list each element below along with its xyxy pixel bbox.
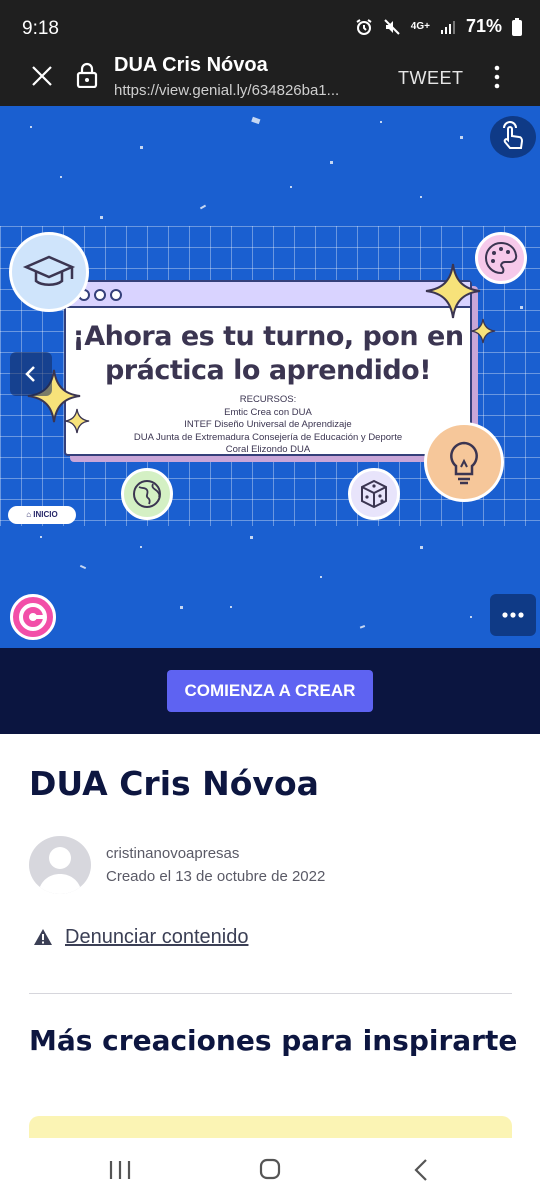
fullscreen-button[interactable]: [490, 116, 536, 158]
close-icon[interactable]: [30, 64, 54, 88]
more-creations-title: Más creaciones para inspirarte: [29, 1024, 518, 1057]
start-creating-button[interactable]: COMIENZA A CREAR: [167, 670, 373, 712]
slide-heading-line1: ¡Ahora es tu turno, pon en: [72, 321, 464, 352]
palette-icon: [475, 232, 527, 284]
chevron-left-icon: [25, 366, 35, 382]
graduation-cap-icon: [9, 232, 89, 312]
ellipsis-icon: [502, 612, 524, 618]
globe-icon: [121, 468, 173, 520]
status-bar: 9:18 4G+ 71%: [0, 0, 540, 52]
sparkle-icon: [64, 408, 90, 434]
browser-page-title: DUA Cris Nóvoa: [114, 54, 268, 76]
more-options-button[interactable]: [490, 594, 536, 636]
sparkle-icon: [470, 318, 496, 344]
user-icon: [38, 847, 82, 894]
genially-logo[interactable]: [10, 594, 56, 640]
home-icon[interactable]: [259, 1158, 281, 1180]
tap-hand-icon: [503, 121, 524, 149]
resource-item[interactable]: INTEF Diseño Universal de Aprendizaje: [66, 419, 470, 432]
resource-item[interactable]: Emtic Crea con DUA: [66, 407, 470, 420]
slide-heading-line2: práctica lo aprendido!: [104, 355, 432, 386]
resource-item[interactable]: DUA Junta de Extremadura Consejería de E…: [66, 432, 470, 445]
lightbulb-icon: [424, 422, 504, 502]
avatar[interactable]: [29, 836, 91, 894]
tweet-button[interactable]: TWEET: [398, 68, 464, 89]
alarm-icon: [356, 18, 372, 35]
creation-title: DUA Cris Nóvoa: [29, 764, 319, 803]
status-time: 9:18: [22, 18, 59, 39]
browser-toolbar: DUA Cris Nóvoa https://view.genial.ly/63…: [0, 52, 540, 106]
card-window-bar: [66, 282, 470, 308]
dice-icon: [348, 468, 400, 520]
window-dot: [94, 289, 106, 301]
battery-percent: 71%: [465, 16, 502, 36]
browser-url[interactable]: https://view.genial.ly/634826ba1...: [114, 82, 339, 99]
created-date: Creado el 13 de octubre de 2022: [106, 868, 326, 885]
signal-icon: [440, 20, 455, 34]
creation-preview-card[interactable]: [29, 1116, 512, 1138]
divider: [29, 993, 512, 994]
author-name[interactable]: cristinanovoapresas: [106, 845, 239, 862]
resources-title: RECURSOS:: [239, 394, 297, 405]
previous-slide-button[interactable]: [10, 352, 52, 396]
battery-icon: [512, 17, 522, 36]
report-content-link[interactable]: Denunciar contenido: [65, 926, 248, 949]
window-dot: [110, 289, 122, 301]
slide-card: ¡Ahora es tu turno, pon en práctica lo a…: [64, 280, 472, 456]
inicio-label: INICIO: [33, 510, 58, 519]
resources-list: RECURSOS: Emtic Crea con DUA INTEF Diseñ…: [66, 394, 470, 457]
lock-icon[interactable]: [76, 62, 98, 88]
kebab-menu-icon[interactable]: [490, 64, 504, 90]
mute-icon: [384, 18, 400, 35]
status-icons: 4G+ 71%: [355, 16, 522, 37]
network-label: 4G+: [410, 21, 430, 32]
inicio-button[interactable]: ⌂ INICIO: [8, 506, 76, 524]
recent-apps-icon[interactable]: [108, 1160, 132, 1180]
system-nav-bar: [0, 1138, 540, 1200]
resource-item[interactable]: Coral Elizondo DUA: [66, 444, 470, 457]
back-icon[interactable]: [413, 1158, 429, 1182]
warning-icon: [34, 929, 52, 945]
cta-band: COMIENZA A CREAR: [0, 648, 540, 734]
slide-heading: ¡Ahora es tu turno, pon en práctica lo a…: [66, 320, 470, 388]
presentation-stage[interactable]: ¡Ahora es tu turno, pon en práctica lo a…: [0, 106, 540, 648]
genially-g-icon: [19, 603, 47, 631]
sparkle-icon: [425, 263, 481, 319]
